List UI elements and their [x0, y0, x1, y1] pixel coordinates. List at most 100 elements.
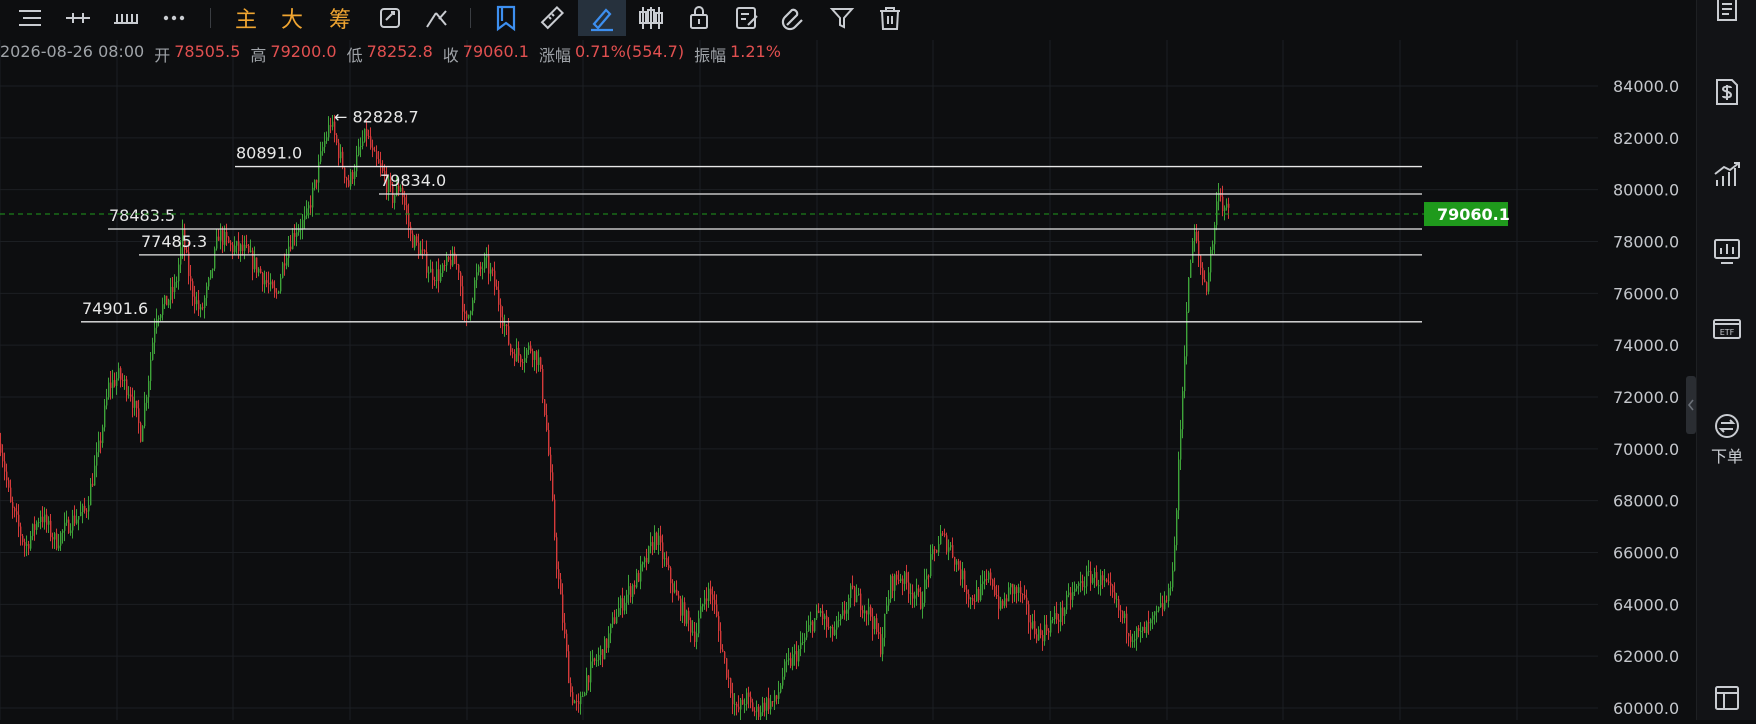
- candle-body: [816, 610, 818, 619]
- etf-icon[interactable]: ETF: [1697, 314, 1756, 344]
- candle-body: [446, 257, 448, 266]
- candle-body: [906, 572, 908, 583]
- candle-body: [706, 598, 708, 601]
- candle-body: [1088, 571, 1090, 573]
- candle-body: [902, 578, 904, 584]
- candle-body: [1104, 579, 1106, 581]
- candle-body: [62, 530, 64, 533]
- candle-body: [248, 245, 250, 253]
- note-icon[interactable]: [730, 0, 764, 36]
- candle-body: [876, 618, 878, 632]
- draw-tools-icon[interactable]: [421, 0, 453, 36]
- candle-body: [210, 270, 212, 279]
- indicator-main[interactable]: 主: [230, 0, 262, 36]
- candle-body: [1050, 620, 1052, 633]
- candle-body: [72, 515, 74, 531]
- candle-body: [1046, 624, 1048, 631]
- candle-body: [882, 637, 884, 655]
- candle-body: [1142, 627, 1144, 631]
- candle-body: [672, 583, 674, 593]
- candle-body: [1178, 459, 1180, 511]
- candle-body: [1008, 587, 1010, 602]
- candle-body: [742, 699, 744, 705]
- candle-body: [948, 547, 950, 552]
- candle-body: [584, 692, 586, 697]
- candle-body: [1098, 585, 1100, 587]
- bookmark-icon[interactable]: [489, 0, 523, 36]
- candle-body: [372, 147, 374, 151]
- sidebar-collapse-handle[interactable]: [1686, 376, 1696, 434]
- candle-body: [268, 282, 270, 285]
- candle-body: [956, 561, 958, 565]
- candle-body: [734, 703, 736, 705]
- candle-body: [1006, 598, 1008, 602]
- ruler-icon[interactable]: [535, 0, 569, 36]
- candle-body: [292, 232, 294, 250]
- pen-icon[interactable]: [578, 0, 626, 36]
- crosshair-line-icon[interactable]: [62, 0, 94, 36]
- candle-body: [674, 589, 676, 593]
- candle-body: [752, 702, 754, 712]
- candle-body: [8, 480, 10, 488]
- candle-body: [78, 516, 80, 520]
- order-swap-icon[interactable]: 下单: [1697, 412, 1756, 467]
- candle-body: [266, 280, 268, 283]
- notes-doc-icon[interactable]: [1697, 0, 1756, 26]
- candle-body: [1108, 581, 1110, 583]
- change-label: 涨幅: [538, 46, 571, 65]
- candle-body: [128, 394, 130, 396]
- candle-body: [522, 362, 524, 364]
- candle-body: [22, 535, 24, 543]
- candle-body: [570, 683, 572, 693]
- candle-body: [162, 304, 164, 315]
- candle-body: [1040, 629, 1042, 636]
- candle-body: [1164, 600, 1166, 610]
- candle-body: [722, 649, 724, 652]
- more-icon[interactable]: [158, 0, 190, 36]
- candle-body: [1018, 587, 1020, 593]
- candle-body: [272, 281, 274, 288]
- horizontal-levels[interactable]: 80891.0 79834.0 78483.5 77485.3 74901.6: [81, 144, 1422, 323]
- candle-body: [154, 327, 156, 343]
- candle-body: [1032, 621, 1034, 629]
- candle-body: [1054, 613, 1056, 620]
- candle-body: [632, 584, 634, 597]
- ruler-bars-icon[interactable]: [110, 0, 142, 36]
- lock-icon[interactable]: [682, 0, 716, 36]
- candle-body: [86, 510, 88, 512]
- candle-body: [810, 621, 812, 626]
- magnet-icon[interactable]: [777, 0, 811, 36]
- candle-body: [670, 567, 672, 584]
- dollar-doc-icon[interactable]: [1697, 76, 1756, 108]
- trend-chart-icon[interactable]: [1697, 160, 1756, 190]
- trash-icon[interactable]: [873, 0, 907, 36]
- candle-body: [580, 696, 582, 705]
- indicator-big[interactable]: 大: [276, 0, 308, 36]
- filter-icon[interactable]: [825, 0, 859, 36]
- candle-body: [1126, 613, 1128, 634]
- candle-body: [1112, 585, 1114, 593]
- candle-body: [610, 623, 612, 634]
- y-tick-label: 84000.0: [1613, 77, 1679, 96]
- candle-body: [1096, 572, 1098, 586]
- candle-body: [814, 618, 816, 632]
- menu-icon[interactable]: [14, 0, 46, 36]
- candle-body: [116, 378, 118, 386]
- indicator-chips[interactable]: 筹: [324, 0, 356, 36]
- candlestick-chart[interactable]: 84000.0 82000.0 80000.0 78000.0 76000.0 74000…: [0, 40, 1696, 724]
- candle-body: [860, 593, 862, 611]
- candle-body: [166, 295, 168, 306]
- candle-body: [1000, 600, 1002, 609]
- chart-area[interactable]: 84000.0 82000.0 80000.0 78000.0 76000.0 74000…: [0, 40, 1696, 724]
- monitor-chart-icon[interactable]: [1697, 236, 1756, 266]
- refresh-edit-icon[interactable]: [374, 0, 406, 36]
- candle-body: [340, 151, 342, 159]
- candle-body: [1192, 240, 1194, 263]
- candles-icon[interactable]: [634, 0, 668, 36]
- candle-body: [758, 706, 760, 717]
- candle-body: [170, 286, 172, 300]
- candle-body: [986, 578, 988, 580]
- candle-body: [478, 266, 480, 273]
- layout-icon[interactable]: [1697, 684, 1756, 712]
- candle-body: [202, 307, 204, 309]
